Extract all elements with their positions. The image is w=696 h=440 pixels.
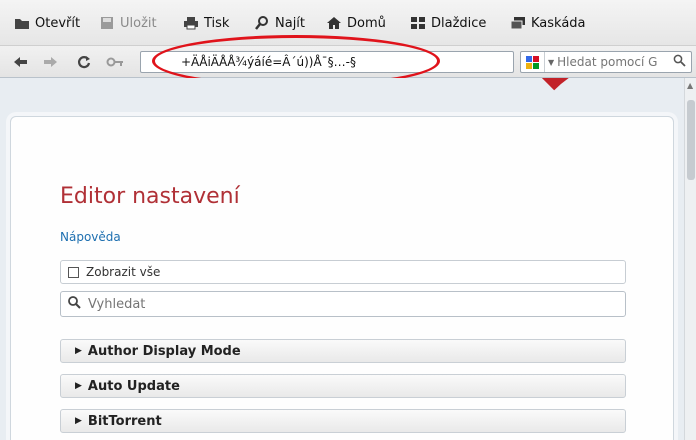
scroll-thumb[interactable] (687, 100, 695, 180)
tile-button[interactable]: Dlaždice (410, 13, 486, 33)
search-box: ▼ (520, 51, 692, 73)
save-button[interactable]: Uložit (99, 13, 157, 33)
filter-input[interactable] (88, 296, 588, 312)
cascade-icon (510, 16, 526, 30)
cascade-button[interactable]: Kaskáda (510, 13, 586, 33)
address-field[interactable]: +ÄÅiÄÅÅ¾ýáíé=Â´ú))Å¯§…-§ (140, 51, 514, 73)
expand-triangle-icon: ▶ (75, 381, 82, 391)
key-icon[interactable] (106, 53, 124, 71)
find-label: Najít (275, 15, 306, 31)
search-icon[interactable] (673, 54, 691, 71)
main-toolbar: Otevřít Uložit Tisk Najít Domů Dlaždice (0, 0, 696, 46)
section-label: BitTorrent (87, 413, 162, 429)
expand-triangle-icon: ▶ (75, 416, 82, 426)
section-bittorrent[interactable]: ▶ BitTorrent (60, 409, 626, 433)
search-icon (67, 295, 81, 313)
google-icon (526, 55, 539, 69)
open-label: Otevřít (35, 15, 81, 31)
tile-icon (410, 16, 426, 30)
section-label: Author Display Mode (87, 343, 241, 359)
expand-triangle-icon: ▶ (75, 346, 82, 356)
section-auto-update[interactable]: ▶ Auto Update (60, 374, 626, 398)
home-icon (326, 16, 342, 30)
show-all-label: Zobrazit vše (86, 265, 161, 279)
save-icon (99, 16, 115, 30)
tile-label: Dlaždice (431, 15, 487, 31)
search-icon (254, 16, 270, 30)
page-title: Editor nastavení (60, 184, 240, 209)
print-label: Tisk (204, 15, 230, 31)
open-button[interactable]: Otevřít (14, 13, 80, 33)
cascade-label: Kaskáda (531, 15, 586, 31)
save-label: Uložit (120, 15, 157, 31)
back-icon[interactable] (11, 53, 29, 71)
search-engine-selector[interactable] (521, 52, 545, 72)
show-all-checkbox[interactable] (68, 266, 79, 278)
home-button[interactable]: Domů (326, 13, 386, 33)
show-all-toggle[interactable]: Zobrazit vše (60, 260, 626, 284)
scroll-up-icon[interactable]: ▲ (687, 81, 693, 90)
chevron-down-icon[interactable]: ▼ (548, 58, 554, 67)
section-label: Auto Update (87, 378, 180, 394)
reload-icon[interactable] (75, 53, 93, 71)
print-button[interactable]: Tisk (183, 13, 229, 33)
vertical-scrollbar[interactable]: ▲ (684, 78, 696, 440)
help-link[interactable]: Nápověda (60, 230, 121, 244)
forward-icon[interactable] (42, 53, 60, 71)
section-author-display-mode[interactable]: ▶ Author Display Mode (60, 339, 626, 363)
folder-icon (14, 16, 30, 30)
home-label: Domů (347, 15, 386, 31)
printer-icon (183, 16, 199, 30)
find-button[interactable]: Najít (254, 13, 305, 33)
search-input[interactable] (557, 55, 673, 69)
filter-box (60, 291, 626, 317)
address-toolbar: +ÄÅiÄÅÅ¾ýáíé=Â´ú))Å¯§…-§ ▼ (0, 46, 696, 78)
